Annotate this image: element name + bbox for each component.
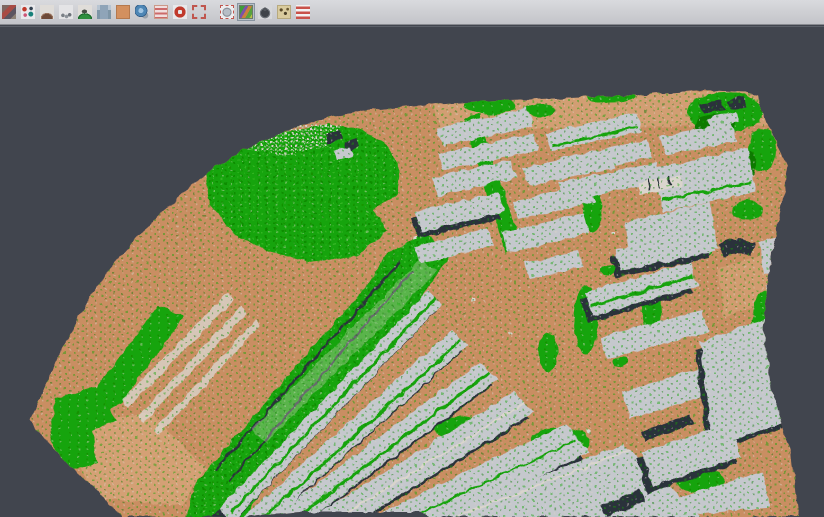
model-viewport[interactable] <box>0 26 824 517</box>
scene <box>0 27 824 517</box>
remove-icon <box>296 5 310 19</box>
shapes-button[interactable] <box>152 3 170 21</box>
dense-cloud-button[interactable] <box>57 3 75 21</box>
classified-map-icon <box>239 5 253 19</box>
dense-cloud-icon <box>59 5 73 19</box>
point-noise-overlay <box>0 27 824 517</box>
notes-button[interactable] <box>275 3 293 21</box>
notes-icon <box>277 5 291 19</box>
dem-button[interactable] <box>38 3 56 21</box>
marker-icon <box>173 5 187 19</box>
globe-icon <box>135 5 149 19</box>
classified-3d-scene <box>0 27 824 517</box>
dem-icon <box>40 5 54 19</box>
sphere-bounds-button[interactable] <box>218 3 236 21</box>
open-project-button[interactable] <box>0 3 18 21</box>
align-photos-icon <box>21 5 35 19</box>
sphere-bounds-icon <box>220 5 234 19</box>
mesh-button[interactable] <box>76 3 94 21</box>
classified-map-button[interactable] <box>237 3 255 21</box>
align-photos-button[interactable] <box>19 3 37 21</box>
shapes-icon <box>154 5 168 19</box>
toolbar-separator <box>209 3 218 21</box>
region-icon <box>192 5 206 19</box>
orthomosaic-button[interactable] <box>114 3 132 21</box>
region-button[interactable] <box>190 3 208 21</box>
open-project-icon <box>2 5 16 19</box>
camera-icon <box>258 5 272 19</box>
globe-button[interactable] <box>133 3 151 21</box>
orthomosaic-icon <box>116 5 130 19</box>
remove-button[interactable] <box>294 3 312 21</box>
tiled-model-button[interactable] <box>95 3 113 21</box>
tiled-model-icon <box>97 5 111 19</box>
marker-button[interactable] <box>171 3 189 21</box>
mesh-icon <box>78 5 92 19</box>
features-layer <box>0 27 824 517</box>
camera-button[interactable] <box>256 3 274 21</box>
toolbar <box>0 0 824 25</box>
